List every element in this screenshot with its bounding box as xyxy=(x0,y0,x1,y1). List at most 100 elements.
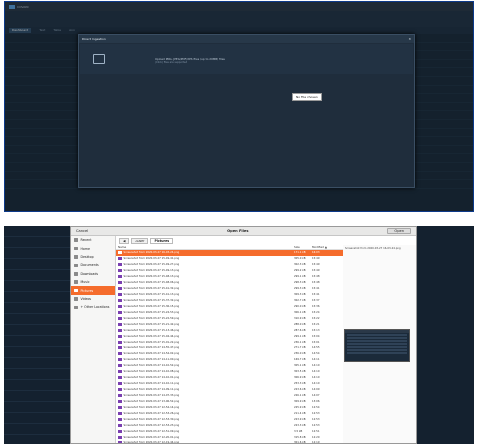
file-modified: 15:01 xyxy=(312,340,320,344)
file-size: 298.3 kB xyxy=(294,281,306,285)
file-size: 299.1 kB xyxy=(294,334,306,338)
path-segment-pictures[interactable]: Pictures xyxy=(150,237,174,244)
column-modified[interactable]: Modified ▲ xyxy=(312,245,343,249)
file-name: Screenshot from 2020-03-27 14-09-11.png xyxy=(123,388,180,392)
file-name-cell: Screenshot from 2020-03-27 12-53-26.png xyxy=(116,411,294,415)
file-size: 299.3 kB xyxy=(294,287,306,291)
file-size: 290.0 kB xyxy=(294,304,306,308)
image-file-icon xyxy=(118,435,122,439)
file-size: 288.0 kB xyxy=(294,322,306,326)
file-modified: 12:53 xyxy=(312,423,320,427)
place-label: Recent xyxy=(80,238,92,243)
file-size: 305.0 kB xyxy=(294,257,306,261)
place-label: + Other Locations xyxy=(80,305,110,310)
dialog-title: Direct Ingestion xyxy=(82,37,106,41)
file-size: 223.6 kB xyxy=(294,388,306,392)
preview-pane: Screenshot from 2020-03-27 16-03-24.png xyxy=(343,245,416,443)
file-name-cell: Screenshot from 2020-03-27 15-48-13.png xyxy=(116,275,294,279)
file-dropzone[interactable]: Upload PNG, JPEG/PDF/XPS files (up to 20… xyxy=(80,44,413,74)
image-file-icon xyxy=(118,399,122,403)
file-name-cell: Screenshot from 2020-03-27 15-49-27.png xyxy=(116,263,294,267)
file-modified: 15:24 xyxy=(312,310,320,314)
column-name[interactable]: Name xyxy=(116,245,294,249)
open-button[interactable]: Open xyxy=(387,228,411,234)
file-row[interactable]: Screenshot from 2020-03-27 12-19-44.png 3… xyxy=(116,440,343,443)
background-row xyxy=(4,347,70,358)
dropzone-subtitle: (Click) files are supported xyxy=(155,61,188,64)
image-file-icon xyxy=(118,352,122,356)
place-item[interactable]: Videos xyxy=(71,295,115,303)
file-name-cell: Screenshot from 2020-03-27 14-11-00.png xyxy=(116,358,294,362)
open-files-dialog: Cancel Open Files Open Recent Home Desktop… xyxy=(70,226,417,444)
file-size: 305.1 kB xyxy=(294,364,306,368)
file-name: Screenshot from 2020-03-27 14-07-33.png xyxy=(123,393,180,397)
background-row xyxy=(4,369,70,380)
file-modified: 15:49 xyxy=(312,257,320,261)
image-file-icon xyxy=(118,376,122,380)
file-name-cell: Screenshot from 2020-03-27 14-10-11.png xyxy=(116,382,294,386)
close-icon[interactable]: ✕ xyxy=(408,37,411,41)
file-size: 301.6 kB xyxy=(294,441,306,443)
background-row xyxy=(4,237,70,248)
image-file-icon xyxy=(118,281,122,285)
image-file-icon xyxy=(118,298,122,302)
background-row xyxy=(4,402,70,413)
file-modified: 13:06 xyxy=(312,399,320,403)
file-modified: 14:55 xyxy=(312,346,320,350)
file-name: Screenshot from 2020-03-27 14-54-02.png xyxy=(123,352,180,356)
place-item[interactable]: Desktop xyxy=(71,253,115,261)
file-modified: 14:10 xyxy=(312,370,320,374)
bottom-app-window: Cancel Open Files Open Recent Home Desktop… xyxy=(4,226,474,444)
file-size: 302.3 kB xyxy=(294,263,306,267)
image-file-icon xyxy=(118,304,122,308)
place-item[interactable]: Pictures xyxy=(71,286,115,295)
file-name: Screenshot from 2020-03-27 15-22-59.png xyxy=(123,316,180,320)
place-item[interactable]: Recent xyxy=(71,236,115,244)
file-list: Name Size Modified ▲ Screenshot from 202… xyxy=(116,245,343,443)
file-name: Screenshot from 2020-03-27 14-10-08.png xyxy=(123,370,180,374)
file-size: 303.5 kB xyxy=(294,370,306,374)
image-file-icon xyxy=(118,417,122,421)
file-name: Screenshot from 2020-03-27 15-36-15.png xyxy=(123,304,180,308)
image-file-icon xyxy=(118,328,122,332)
file-modified: 15:49 xyxy=(312,263,320,267)
file-size: 306.1 kB xyxy=(294,310,306,314)
background-row xyxy=(4,325,70,336)
path-back-button[interactable]: ◀ xyxy=(119,237,130,244)
image-file-icon xyxy=(118,257,122,261)
cancel-button[interactable]: Cancel xyxy=(76,229,88,233)
image-file-icon xyxy=(118,364,122,368)
preview-thumbnail xyxy=(344,329,410,362)
image-file-icon xyxy=(118,310,122,314)
column-size[interactable]: Size xyxy=(294,245,312,249)
places-sidebar: Recent Home Desktop Documents Downloads Music… xyxy=(71,236,116,443)
file-modified: 14:10 xyxy=(312,364,320,368)
file-name: Screenshot from 2020-03-27 12-19-44.png xyxy=(123,441,180,443)
place-item[interactable]: Documents xyxy=(71,261,115,269)
place-item[interactable]: Music xyxy=(71,278,115,286)
file-name-cell: Screenshot from 2020-03-27 14-55-47.png xyxy=(116,346,294,350)
no-file-tooltip: No File chosen xyxy=(292,93,322,101)
file-size: 211.4 kB xyxy=(294,411,306,415)
place-item[interactable]: Home xyxy=(71,244,115,252)
file-modified: 12:19 xyxy=(312,441,320,443)
file-dialog-titlebar: Cancel Open Files Open xyxy=(71,227,416,236)
file-name: Screenshot from 2020-03-27 15-21-42.png xyxy=(123,322,180,326)
image-file-icon xyxy=(118,263,122,267)
place-item[interactable]: Downloads xyxy=(71,270,115,278)
file-size: 306.9 kB xyxy=(294,376,306,380)
file-name: Screenshot from 2020-03-27 12-53-30.png xyxy=(123,417,180,421)
place-item[interactable]: + Other Locations xyxy=(71,303,115,311)
place-label: Downloads xyxy=(80,271,99,276)
file-modified: 15:48 xyxy=(312,275,320,279)
dialog-titlebar: Direct Ingestion ✕ xyxy=(79,35,414,43)
path-segment-user[interactable]: ⌂ user xyxy=(131,237,149,244)
file-name-cell: Screenshot from 2020-03-27 12-54-14.png xyxy=(116,405,294,409)
file-name-cell: Screenshot from 2020-03-27 15-36-15.png xyxy=(116,304,294,308)
folder-icon xyxy=(74,263,78,268)
file-name: Screenshot from 2020-03-27 15-49-27.png xyxy=(123,263,180,267)
file-size: 171.1 kB xyxy=(294,251,306,255)
path-bar: ◀ ⌂ user Pictures xyxy=(116,236,416,245)
background-row xyxy=(4,380,70,391)
image-file-icon xyxy=(118,293,122,297)
